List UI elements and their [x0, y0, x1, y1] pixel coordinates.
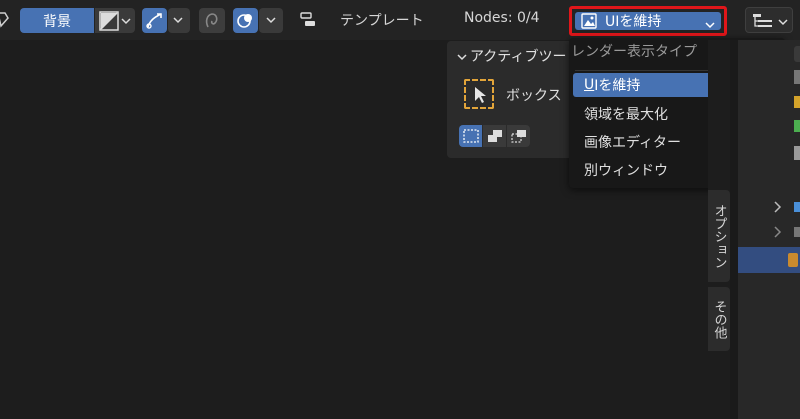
cursor-icon: [475, 87, 486, 103]
chevron-down-icon: [705, 22, 715, 29]
menu-item-accelerator: U: [584, 77, 595, 93]
node-editor-header: 背景 テンプレート Nodes: 0/4 UIを維持: [0, 0, 800, 40]
data-icon: [794, 146, 800, 160]
mode-extend-button[interactable]: [483, 125, 506, 147]
active-tool-panel: アクティブツー ボックス: [447, 41, 574, 158]
snap-mode-dropdown[interactable]: [168, 8, 190, 33]
collection-icon: [794, 202, 800, 212]
select-extend-icon: [487, 130, 502, 142]
collection-icon: [794, 70, 800, 84]
nodes-count: Nodes: 0/4: [464, 10, 540, 26]
display-mode-dropdown[interactable]: UIを維持: [575, 12, 721, 30]
active-tool-title: アクティブツー: [470, 49, 567, 65]
outliner-display-dropdown[interactable]: [745, 7, 793, 33]
pin-icon[interactable]: [0, 10, 10, 30]
proportional-edit-button[interactable]: [199, 8, 225, 33]
image-icon: [581, 13, 597, 29]
snap-icon: [146, 13, 162, 29]
outliner-filter-icon: [753, 14, 772, 27]
menu-item-label: Iを維持: [594, 78, 641, 94]
selection-mode-group: [459, 125, 533, 147]
tab-options[interactable]: オプション: [708, 190, 730, 282]
select-subtract-icon: [510, 130, 526, 143]
select-new-icon: [462, 129, 479, 143]
snap-toggle-button[interactable]: [142, 8, 167, 33]
chevron-down-icon: [173, 17, 183, 24]
mode-new-button[interactable]: [459, 125, 482, 147]
collection-icon: [794, 227, 800, 237]
overlay-dropdown[interactable]: [259, 8, 283, 33]
display-mode-value: UIを維持: [605, 14, 662, 30]
display-mode-dropdown-highlight: UIを維持: [569, 6, 727, 36]
mode-subtract-button[interactable]: [507, 125, 530, 147]
select-box-tool-button[interactable]: [464, 79, 494, 109]
chevron-right-icon[interactable]: [772, 201, 782, 213]
material-icon: [788, 253, 798, 267]
outliner-item-scene[interactable]: [794, 46, 800, 62]
tool-name: ボックス: [506, 88, 562, 104]
chevron-down-icon: [266, 17, 276, 24]
chevron-right-icon[interactable]: [772, 226, 782, 238]
backdrop-label: 背景: [43, 13, 71, 30]
tab-other[interactable]: その他: [708, 287, 730, 351]
folder-icon: [794, 96, 800, 108]
template-label[interactable]: テンプレート: [340, 10, 424, 30]
outliner-selected-row[interactable]: [738, 247, 800, 273]
overlay-icon: [237, 14, 252, 28]
node-tree-icon[interactable]: [297, 9, 319, 31]
proportional-edit-icon: [205, 13, 218, 28]
overlay-toggle-button[interactable]: [233, 8, 258, 33]
outliner-panel[interactable]: [738, 40, 800, 419]
chevron-down-icon: [457, 54, 467, 61]
backdrop-toggle-button[interactable]: 背景: [20, 8, 94, 33]
active-tool-header[interactable]: アクティブツー: [457, 46, 566, 66]
channels-icon: [99, 11, 119, 31]
object-icon: [794, 120, 800, 132]
area-divider[interactable]: [730, 40, 738, 419]
backdrop-channels-dropdown[interactable]: [95, 8, 135, 33]
chevron-down-icon: [778, 19, 788, 26]
menu-title: レンダー表示タイプ: [571, 44, 697, 60]
chevron-down-icon: [121, 18, 131, 25]
